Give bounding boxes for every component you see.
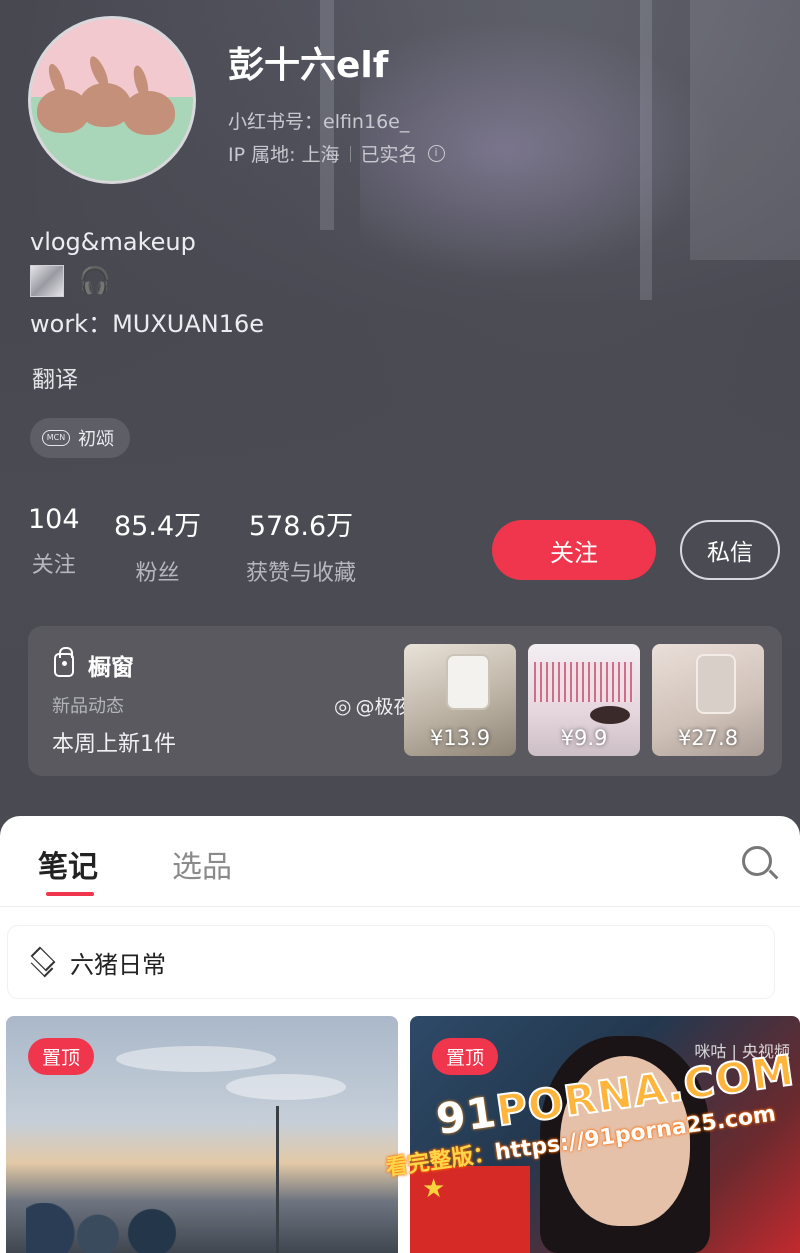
collection-title: 六猪日常: [70, 950, 166, 979]
info-icon[interactable]: i: [427, 145, 445, 162]
stat-value: 85.4万: [114, 511, 202, 542]
account-id[interactable]: 小红书号：elfin16e_: [228, 107, 409, 134]
bag-icon: [54, 647, 74, 677]
shop-subtitle: 新品动态: [52, 696, 124, 717]
verified-status: 已实名: [360, 144, 418, 166]
mcn-tag[interactable]: MCN 初颂: [30, 418, 130, 458]
stat-followers[interactable]: 85.4万 粉丝: [114, 504, 201, 587]
tab-picks[interactable]: 选品: [172, 842, 232, 886]
ip-location-line: IP 属地: 上海 已实名 i: [228, 140, 445, 167]
message-button[interactable]: 私信: [680, 520, 780, 580]
tab-notes[interactable]: 笔记: [38, 842, 98, 886]
content-panel: 笔记 选品 六猪日常 置顶 ★ 咪咕 | 央视频 置顶: [0, 816, 800, 1253]
mcn-label: 初颂: [78, 429, 114, 450]
stat-following[interactable]: 104 关注: [28, 504, 80, 579]
shop-title: 橱窗: [54, 647, 134, 682]
square-icon: [30, 265, 64, 297]
shop-new-items: 本周上新1件: [52, 732, 176, 757]
bio-line: vlog&makeup: [30, 228, 196, 256]
product-thumbnail[interactable]: ¥9.9: [528, 644, 640, 756]
avatar[interactable]: [28, 16, 196, 184]
product-thumbnail[interactable]: ¥27.8: [652, 644, 764, 756]
pinned-badge: 置顶: [28, 1038, 95, 1075]
stat-value: 578.6万: [248, 511, 354, 542]
stat-likes-collections[interactable]: 578.6万 获赞与收藏: [246, 504, 356, 587]
headphone-icon: 🎧: [78, 266, 112, 296]
active-tab-indicator: [46, 892, 94, 896]
weibo-icon: ◎: [334, 693, 352, 718]
shop-title-label: 橱窗: [88, 655, 134, 681]
product-thumbnail[interactable]: ¥13.9: [404, 644, 516, 756]
pinned-badge: 置顶: [432, 1038, 499, 1075]
bio-icons-row: 🎧: [30, 265, 112, 297]
mcn-icon: MCN: [42, 430, 70, 446]
product-price: ¥27.8: [677, 726, 739, 750]
stat-label: 获赞与收藏: [246, 561, 357, 586]
bio-line: work：MUXUAN16e: [30, 310, 265, 338]
layers-icon: [28, 950, 56, 974]
shop-window-card[interactable]: 橱窗 新品动态 本周上新1件 ◎ @极夜同奏 ¥13.9 ¥9.9 ¥27.8: [28, 626, 782, 776]
product-price: ¥9.9: [560, 726, 608, 750]
stat-label: 关注: [31, 553, 76, 578]
search-icon[interactable]: [742, 846, 772, 876]
flag-star-icon: ★: [422, 1174, 446, 1204]
stat-label: 粉丝: [135, 561, 180, 586]
ip-location: IP 属地: 上海: [228, 144, 340, 166]
post-card[interactable]: 置顶: [6, 1016, 398, 1253]
follow-button[interactable]: 关注: [492, 520, 656, 580]
translate-link[interactable]: 翻译: [32, 360, 78, 394]
divider: [0, 906, 800, 907]
product-price: ¥13.9: [429, 726, 491, 750]
collection-entry[interactable]: 六猪日常: [8, 926, 774, 998]
divider: [349, 145, 351, 162]
profile-username: 彭十六elf: [228, 45, 389, 86]
stat-value: 104: [28, 504, 80, 535]
